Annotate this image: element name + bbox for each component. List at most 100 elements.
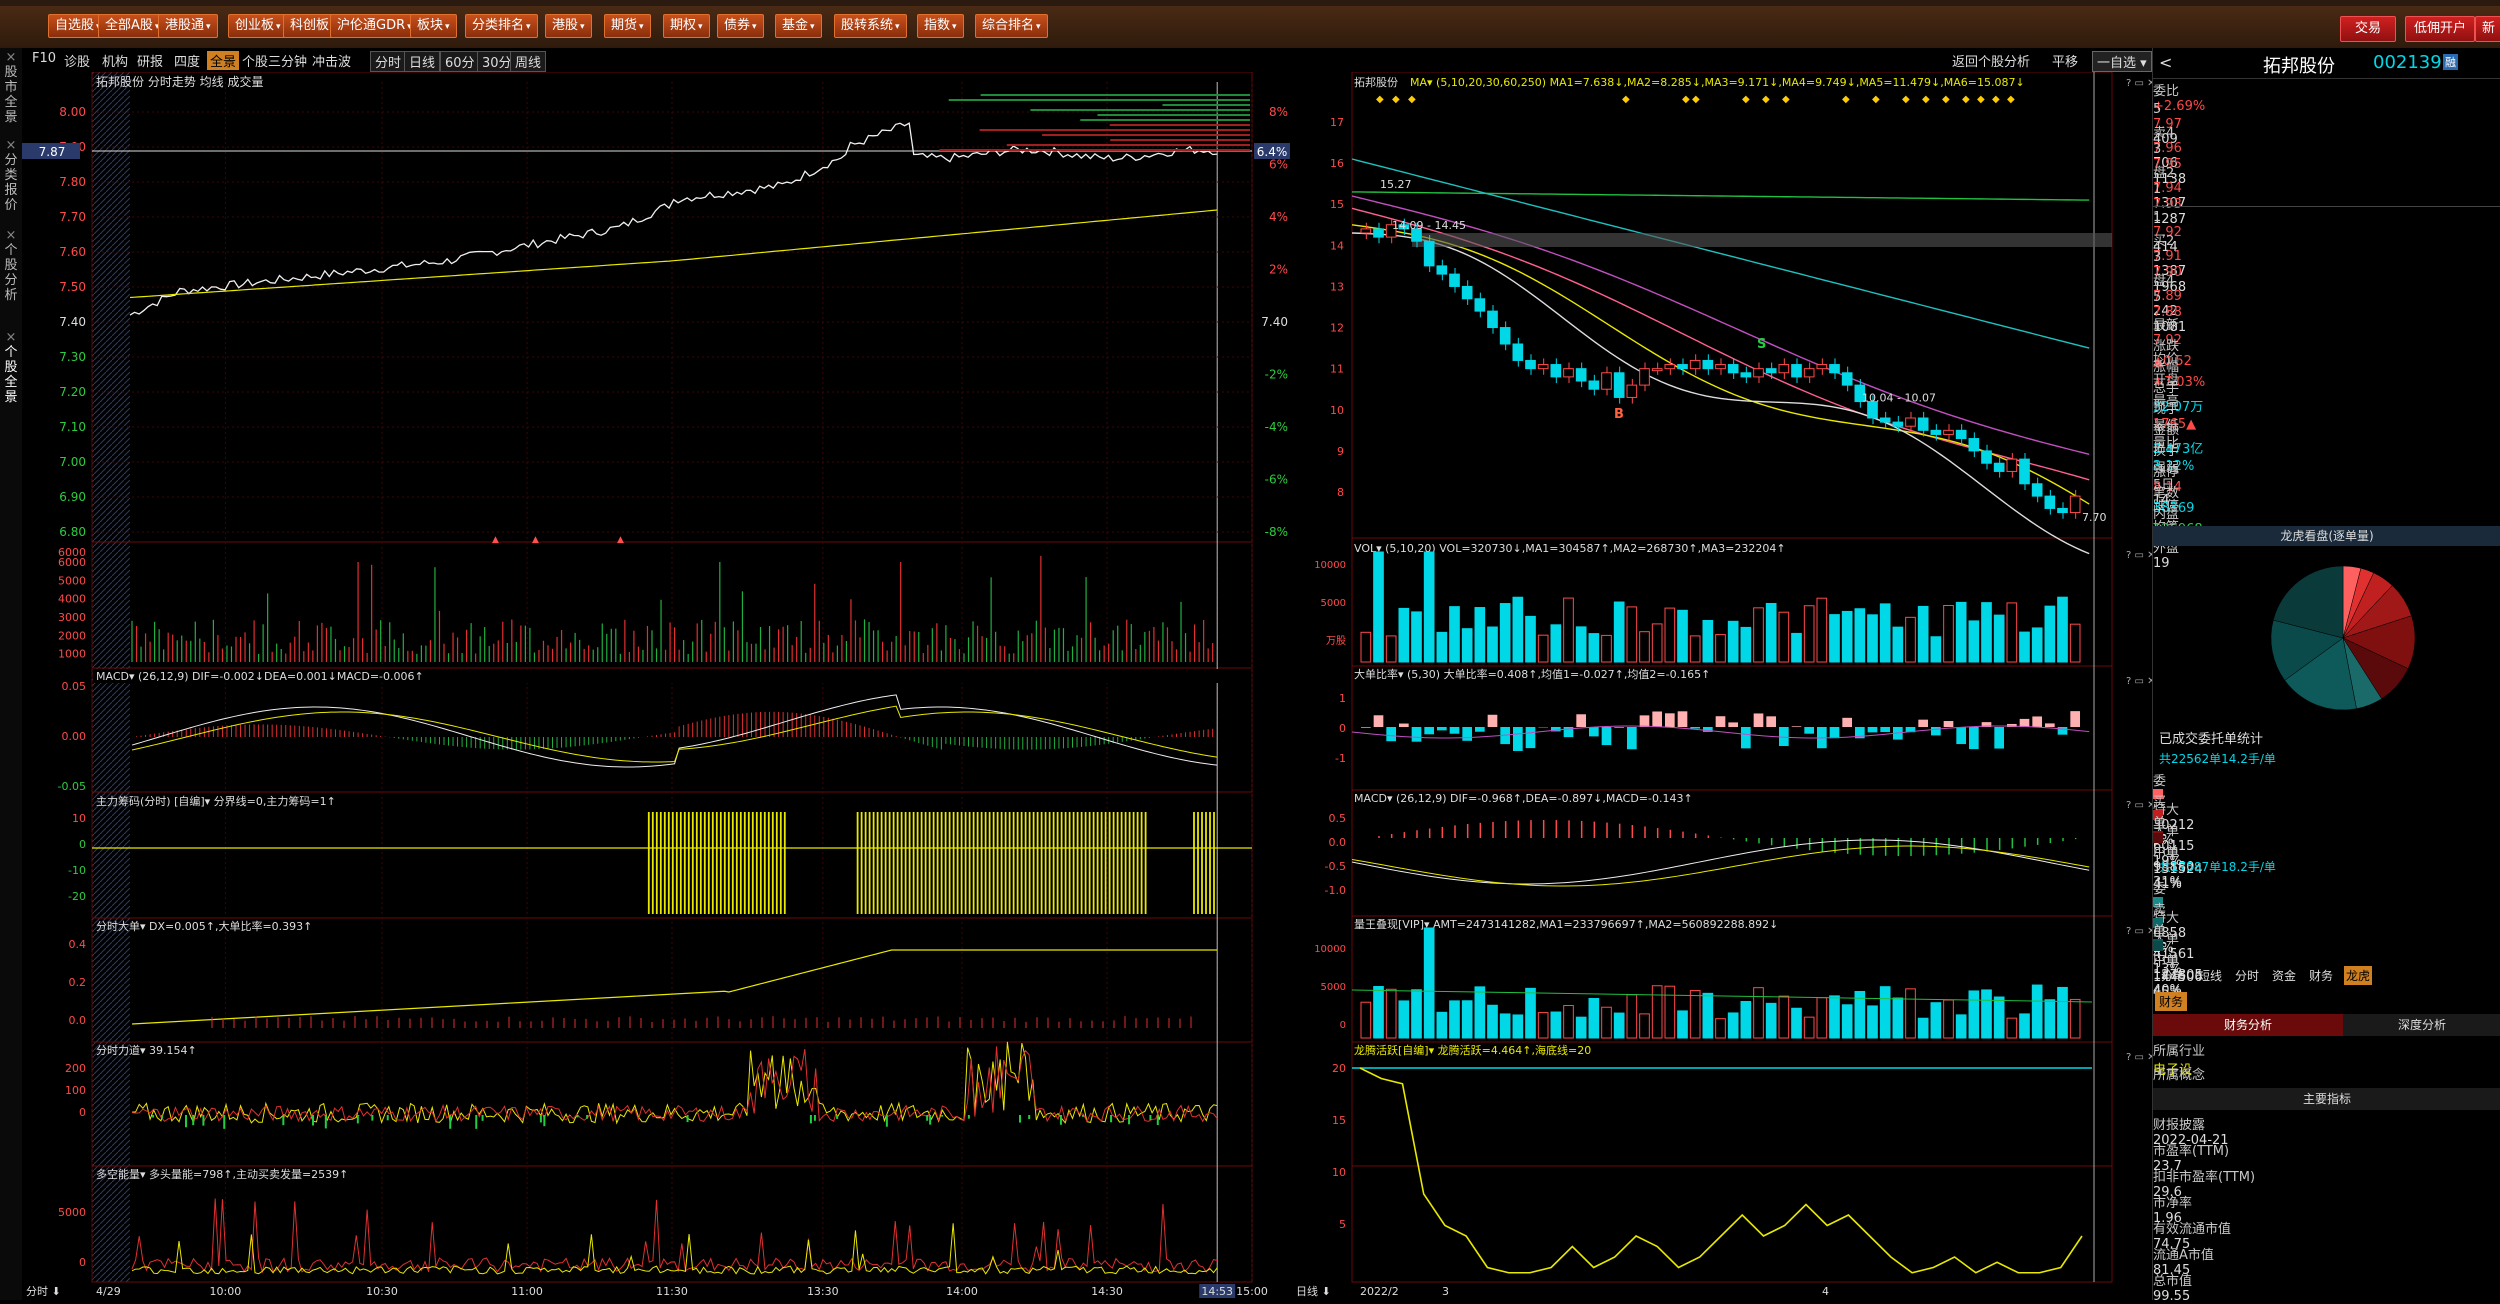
market-tab-7[interactable]: 分类排名▾: [465, 14, 538, 38]
market-tab-12[interactable]: 基金▾: [775, 14, 822, 38]
market-tab-8[interactable]: 港股▾: [545, 14, 592, 38]
kline-bottom-label[interactable]: 日线 ⬇: [1296, 1284, 1331, 1298]
top-market-toolbar: 自选股▾全部A股▾港股通▾创业板▾科创板▾沪伦通GDR▾板块▾分类排名▾港股▾期…: [0, 6, 2500, 49]
panel-close-icon[interactable]: ? ▭ ✕: [2126, 1052, 2152, 1063]
toolbar-item-6[interactable]: 个股三分钟: [242, 51, 307, 70]
liang-bar: [1728, 1013, 1738, 1038]
market-tab-label: 港股: [552, 18, 578, 33]
candle: [1462, 286, 1472, 298]
pan-button[interactable]: 平移: [2052, 51, 2078, 70]
chevron-down-icon: ▾: [1036, 22, 1041, 32]
vol-bar: [2045, 606, 2055, 662]
vol-bar: [1513, 597, 1523, 662]
close-icon[interactable]: ×: [2, 138, 20, 153]
finance-tab[interactable]: 财务: [2155, 992, 2187, 1011]
intraday-chart-area[interactable]: 拓邦股份 分时走势 均线 成交量8.007.907.807.707.607.50…: [22, 72, 1292, 1300]
vol-bar: [1526, 616, 1536, 662]
toolbar-item-2[interactable]: 机构: [102, 51, 128, 70]
market-tab-15[interactable]: 综合排名▾: [975, 14, 1048, 38]
zhuli-tick: -20: [68, 890, 86, 903]
toolbar-item-3[interactable]: 研报: [137, 51, 163, 70]
close-icon[interactable]: ×: [2, 228, 20, 243]
quote-tab-1[interactable]: 短线: [2196, 966, 2224, 985]
toolbar-item-7[interactable]: 冲击波: [312, 51, 351, 70]
quote-tab-4[interactable]: 财务: [2307, 966, 2335, 985]
finance-analysis-tab[interactable]: 财务分析: [2153, 1014, 2343, 1036]
stat-key: 笔数: [2153, 482, 2500, 501]
market-tab-5[interactable]: 沪伦通GDR▾: [330, 14, 419, 38]
toolbar-item-9[interactable]: 日线: [404, 51, 440, 72]
toolbar-item-10[interactable]: 60分: [440, 51, 480, 72]
intraday-bottom-label[interactable]: 分时 ⬇: [26, 1285, 61, 1298]
kdadan-bar: [1475, 727, 1485, 732]
deep-analysis-tab[interactable]: 深度分析: [2343, 1014, 2500, 1036]
stat-row: 金额2.473亿强弱: [2153, 419, 2500, 440]
ma-label: MA▾ (5,10,20,30,60,250) MA1=7.638↓,MA2=8…: [1410, 76, 2025, 89]
market-tab-14[interactable]: 指数▾: [917, 14, 964, 38]
close-icon[interactable]: ×: [2, 50, 20, 65]
panel-close-icon[interactable]: ? ▭ ✕: [2126, 78, 2152, 89]
vol-bar: [1627, 607, 1637, 662]
toolbar-item-12[interactable]: 周线: [510, 51, 546, 72]
vol-tick: 5000: [1321, 598, 1346, 609]
candle: [1944, 430, 1954, 434]
open-account-button[interactable]: 低佣开户: [2405, 16, 2475, 42]
time-label: 14:30: [1091, 1285, 1123, 1298]
toolbar-item-5[interactable]: 全景: [207, 51, 239, 70]
self-select-dropdown[interactable]: 一自选 ▾: [2092, 51, 2152, 72]
liang-bar: [1678, 1011, 1688, 1038]
market-tab-2[interactable]: 港股通▾: [158, 14, 218, 38]
longteng-title: 龙腾活跃[自编]▾ 龙腾活跃=4.464↑,海底线=20: [1354, 1043, 1591, 1057]
panel-close-icon[interactable]: ? ▭ ✕: [2126, 800, 2152, 811]
candle: [1893, 422, 1903, 426]
vol-bar: [1982, 603, 1992, 662]
left-tab-char: 价: [2, 198, 20, 213]
quote-tab-0[interactable]: 分笔: [2159, 966, 2187, 985]
close-icon[interactable]: ×: [2, 330, 20, 345]
market-tab-label: 沪伦通GDR: [337, 18, 405, 33]
vol-bar: [1576, 627, 1586, 662]
kdadan-bar: [2020, 719, 2030, 727]
panel-close-icon[interactable]: ? ▭ ✕: [2126, 550, 2152, 561]
market-tab-6[interactable]: 板块▾: [410, 14, 457, 38]
more-button[interactable]: 新: [2475, 16, 2500, 42]
left-tab-2[interactable]: ×个股分析: [2, 228, 20, 303]
back-arrow-icon[interactable]: <: [2159, 53, 2172, 72]
candle: [2032, 484, 2042, 496]
left-tab-char: 景: [2, 390, 20, 405]
annotation-high: 15.27: [1380, 178, 1412, 191]
kdadan-bar: [1374, 715, 1384, 727]
market-tab-3[interactable]: 创业板▾: [228, 14, 288, 38]
date-label: 4: [1822, 1285, 1829, 1298]
candle: [1994, 463, 2004, 471]
date-label: 2022/2: [1360, 1285, 1399, 1298]
market-tab-13[interactable]: 股转系统▾: [834, 14, 907, 38]
panel-close-icon[interactable]: ? ▭ ✕: [2126, 926, 2152, 937]
market-tab-11[interactable]: 债券▾: [717, 14, 764, 38]
left-tab-3[interactable]: ×个股全景: [2, 330, 20, 405]
kdadan-bar: [1526, 727, 1536, 748]
candle: [1602, 373, 1612, 389]
return-analysis-button[interactable]: 返回个股分析: [1952, 51, 2030, 70]
market-tab-9[interactable]: 期货▾: [604, 14, 651, 38]
kline-chart-area[interactable]: 拓邦股份MA▾ (5,10,20,30,60,250) MA1=7.638↓,M…: [1292, 72, 2152, 1300]
sell-row: 17.931287: [2153, 182, 2500, 202]
toolbar-item-8[interactable]: 分时: [370, 51, 406, 72]
sell-row: 盘27.941307: [2153, 162, 2500, 182]
candle: [1640, 369, 1650, 385]
toolbar-item-1[interactable]: 诊股: [64, 51, 90, 70]
toolbar-item-4[interactable]: 四度: [174, 51, 200, 70]
quote-tab-5[interactable]: 龙虎: [2344, 966, 2372, 985]
market-tab-1[interactable]: 全部A股▾: [98, 14, 166, 38]
toolbar-item-0[interactable]: F10: [32, 51, 56, 66]
panel-close-icon[interactable]: ? ▭ ✕: [2126, 676, 2152, 687]
left-tab-1[interactable]: ×分类报价: [2, 138, 20, 213]
sell-entrust-row: 委特大68582%: [2153, 878, 2500, 899]
quote-tab-2[interactable]: 分时: [2233, 966, 2261, 985]
trade-button[interactable]: 交易: [2340, 16, 2396, 42]
quote-tab-3[interactable]: 资金: [2270, 966, 2298, 985]
left-tab-0[interactable]: ×股市全景: [2, 50, 20, 125]
price-tick: 6.80: [59, 525, 86, 539]
entrust-label: 已成交委托单统计: [2159, 728, 2263, 747]
market-tab-10[interactable]: 期权▾: [663, 14, 710, 38]
